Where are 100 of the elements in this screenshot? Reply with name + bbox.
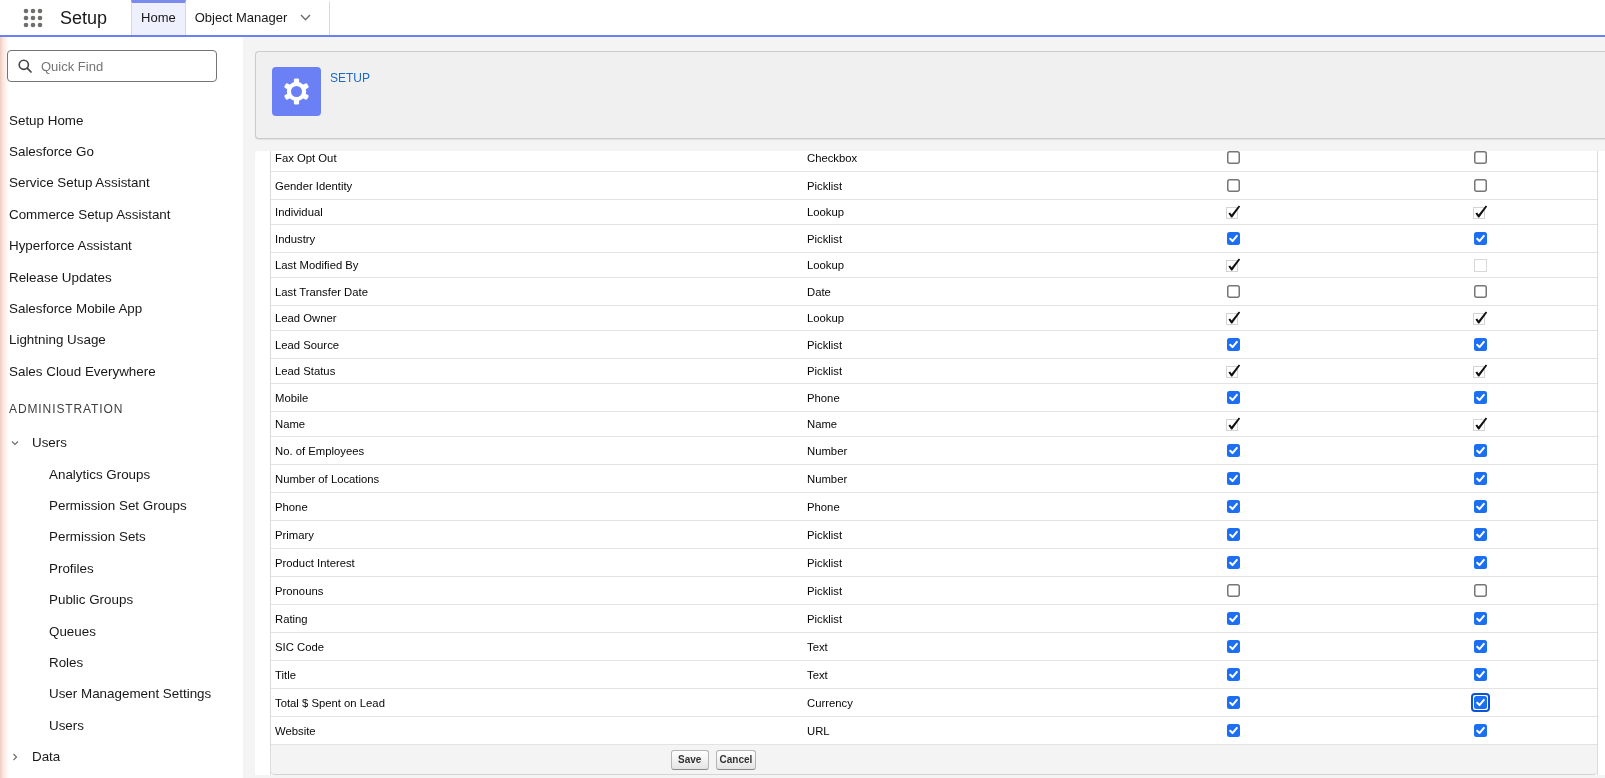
chevron-down-icon [300, 14, 312, 21]
checkbox[interactable] [1473, 668, 1487, 681]
table-cell-text: Primary [274, 527, 314, 542]
checkbox[interactable] [1473, 556, 1487, 569]
tree-item[interactable]: Data [10, 748, 65, 767]
checkbox[interactable] [1226, 528, 1240, 541]
table-cell-text: Text [806, 639, 828, 654]
checkbox[interactable] [1470, 693, 1490, 712]
table-cell-text: Product Interest [274, 555, 355, 570]
sidebar-item[interactable]: User Management Settings [45, 685, 216, 704]
checkbox[interactable] [1226, 612, 1240, 625]
save-button[interactable]: Save [671, 749, 709, 770]
gear-icon [272, 67, 321, 116]
table-cell-text: Name [806, 417, 838, 431]
table-cell-text: Picklist [806, 611, 843, 626]
checkbox[interactable] [1226, 724, 1240, 737]
table-cell-text: SIC Code [274, 639, 324, 654]
checkbox[interactable] [1226, 584, 1240, 597]
table-cell-text: Picklist [806, 583, 843, 598]
checkbox[interactable] [1226, 444, 1240, 457]
checkbox[interactable] [1473, 472, 1487, 485]
table-cell-text: Gender Identity [274, 178, 353, 193]
checkbox[interactable] [1473, 285, 1487, 298]
checkbox[interactable] [1226, 232, 1240, 245]
checkbox[interactable] [1473, 151, 1487, 164]
sidebar-item[interactable]: Lightning Usage [5, 331, 110, 350]
search-field[interactable]: Quick Find [7, 50, 217, 82]
sidebar-item[interactable]: Sales Cloud Everywhere [5, 362, 160, 381]
table-cell-text: Title [274, 667, 296, 682]
table-cell-text: Lookup [806, 258, 845, 272]
dots-grid-icon[interactable] [23, 7, 43, 28]
table-cell-text: Phone [806, 390, 840, 405]
table-cell-text: Mobile [274, 390, 309, 405]
table-cell-text: Total $ Spent on Lead [274, 695, 385, 710]
sidebar-item[interactable]: Salesforce Mobile App [5, 300, 147, 319]
nav-tab[interactable]: Home [131, 0, 186, 35]
section-heading: ADMINISTRATION [9, 400, 124, 417]
table-cell-text: Industry [274, 231, 316, 246]
table-cell-text: Picklist [806, 555, 843, 570]
sidebar-item[interactable]: Users [45, 716, 88, 735]
table-cell-text: Phone [806, 499, 840, 514]
sidebar-item[interactable]: Permission Sets [45, 528, 150, 547]
table-cell-text: Picklist [806, 231, 843, 246]
checkbox[interactable] [1226, 285, 1240, 298]
checkbox[interactable] [1473, 500, 1487, 513]
search-icon [18, 59, 32, 73]
table-cell-text: Rating [274, 611, 308, 626]
sidebar-item[interactable]: Service Setup Assistant [5, 174, 154, 193]
sidebar-item[interactable]: Setup Home [5, 111, 88, 130]
checkbox[interactable] [1226, 391, 1240, 404]
checkbox[interactable] [1226, 668, 1240, 681]
sidebar-item[interactable]: Permission Set Groups [45, 497, 191, 515]
table-cell-text: Checkbox [806, 151, 858, 165]
table-cell-text: Lookup [806, 205, 845, 219]
sidebar-item[interactable]: Profiles [45, 559, 98, 578]
checkbox[interactable] [1226, 640, 1240, 653]
checkbox[interactable] [1226, 556, 1240, 569]
checkbox[interactable] [1473, 179, 1487, 192]
checkbox[interactable] [1226, 696, 1240, 709]
table-cell-text: Picklist [806, 364, 843, 378]
checkbox[interactable] [1226, 151, 1240, 164]
cancel-button[interactable]: Cancel [715, 749, 757, 770]
table-cell-text: Individual [274, 205, 323, 219]
sidebar-item[interactable]: Public Groups [45, 591, 138, 610]
checkbox[interactable] [1226, 500, 1240, 513]
sidebar-item[interactable]: Hyperforce Assistant [5, 237, 136, 256]
checkbox[interactable] [1473, 612, 1487, 625]
checkbox[interactable] [1226, 472, 1240, 485]
checkbox[interactable] [1473, 640, 1487, 653]
table-cell-text: Last Modified By [274, 258, 359, 272]
checkbox[interactable] [1473, 584, 1487, 597]
table-cell-text: Currency [806, 695, 853, 710]
checkbox[interactable] [1473, 528, 1487, 541]
checkbox[interactable] [1473, 444, 1487, 457]
table-cell-text: Number [806, 471, 848, 486]
table-cell-text: Name [274, 417, 306, 431]
table-cell-text: Date [806, 284, 831, 299]
sidebar-item[interactable]: Analytics Groups [45, 465, 155, 484]
breadcrumb-link[interactable]: SETUP [330, 71, 370, 85]
table-cell-text: URL [806, 723, 830, 738]
checkbox[interactable] [1226, 338, 1240, 351]
sidebar-item[interactable]: Commerce Setup Assistant [5, 205, 175, 224]
table-cell-text: Fax Opt Out [274, 151, 337, 165]
checkbox[interactable] [1226, 179, 1240, 192]
checkbox[interactable] [1473, 391, 1487, 404]
checkbox[interactable] [1473, 724, 1487, 737]
table-cell-text: Picklist [806, 527, 843, 542]
table-cell-text: Lookup [806, 311, 845, 325]
checkbox[interactable] [1473, 338, 1487, 351]
table-cell-text: Website [274, 723, 316, 738]
sidebar-item[interactable]: Roles [45, 653, 88, 672]
table-cell-text: Number of Locations [274, 471, 380, 486]
checkbox[interactable] [1473, 232, 1487, 245]
table-cell-text: Lead Source [274, 337, 340, 352]
table-cell-text: No. of Employees [274, 443, 365, 458]
sidebar-item[interactable]: Release Updates [5, 268, 116, 287]
sidebar-item[interactable]: Queues [45, 622, 100, 641]
table-cell-text: Pronouns [274, 583, 324, 598]
sidebar-item[interactable]: Salesforce Go [5, 143, 98, 162]
tree-item[interactable]: Users [10, 434, 71, 453]
